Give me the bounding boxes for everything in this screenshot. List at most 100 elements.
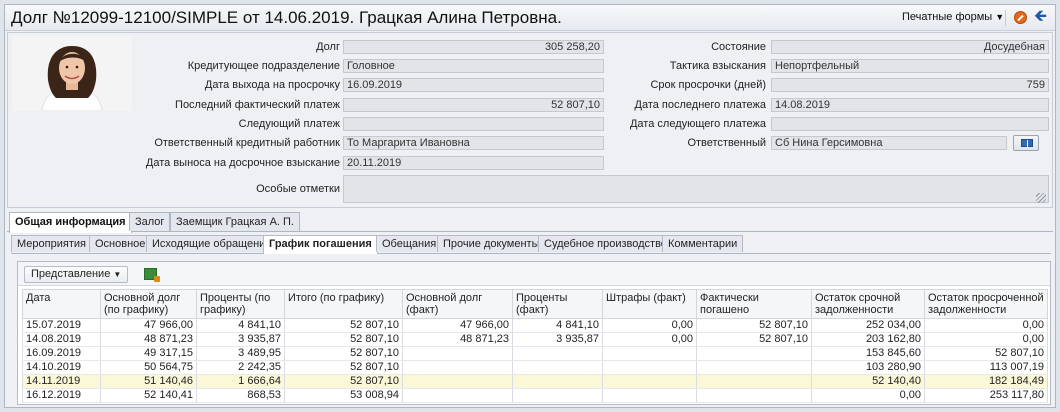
print-forms-menu[interactable]: Печатные формы ▼ bbox=[902, 11, 1004, 23]
table-cell bbox=[402, 374, 513, 389]
table-cell: 2 242,35 bbox=[196, 360, 285, 375]
special-notes-field[interactable] bbox=[343, 175, 1049, 203]
column-header[interactable]: Основной долг (по графику) bbox=[100, 289, 197, 319]
table-cell bbox=[402, 360, 513, 375]
chevron-down-icon: ▼ bbox=[113, 270, 122, 279]
table-row[interactable]: 14.11.2019 51 140,46 1 666,64 52 807,10 52 1… bbox=[22, 374, 1048, 389]
tab-repayment-schedule[interactable]: График погашения bbox=[263, 235, 378, 254]
table-cell: 48 871,23 bbox=[100, 332, 197, 347]
last-payment-label: Последний фактический платеж bbox=[175, 99, 340, 111]
special-notes-label: Особые отметки bbox=[256, 183, 340, 195]
tab-borrower[interactable]: Заемщик Грацкая А. П. bbox=[170, 212, 300, 231]
recovery-tactic-label: Тактика взыскания bbox=[669, 60, 766, 72]
table-cell bbox=[512, 374, 603, 389]
table-cell: 153 845,60 bbox=[811, 346, 925, 361]
credit-division-field: Головное bbox=[343, 59, 604, 73]
table-cell: 868,53 bbox=[196, 388, 285, 403]
table-cell bbox=[696, 388, 812, 403]
state-label: Состояние bbox=[711, 41, 766, 53]
table-row[interactable]: 16.09.2019 49 317,15 3 489,95 52 807,10 153 … bbox=[22, 346, 1048, 361]
debt-amount-field: 305 258,20 bbox=[343, 40, 604, 54]
window-title: Долг №12099-12100/SIMPLE от 14.06.2019. … bbox=[11, 8, 562, 27]
table-cell: 51 140,46 bbox=[100, 374, 197, 389]
chevron-down-icon: ▼ bbox=[995, 12, 1005, 22]
debt-details-panel: Долг 305 258,20 Кредитующее подразделени… bbox=[7, 32, 1053, 208]
table-row[interactable]: 15.07.2019 47 966,00 4 841,10 52 807,10 47 9… bbox=[22, 318, 1048, 333]
next-payment-label: Следующий платеж bbox=[238, 118, 340, 130]
column-header[interactable]: Штрафы (факт) bbox=[602, 289, 697, 319]
table-cell: 14.11.2019 bbox=[22, 374, 101, 389]
tab-collateral[interactable]: Залог bbox=[129, 212, 171, 231]
export-excel-icon[interactable] bbox=[144, 268, 160, 282]
table-cell bbox=[696, 374, 812, 389]
early-recovery-date-label: Дата выноса на досрочное взыскание bbox=[145, 157, 340, 169]
view-menu-label: Представление bbox=[31, 268, 111, 280]
repayment-table: Дата Основной долг (по графику) Проценты (… bbox=[22, 289, 1048, 403]
column-header[interactable]: Проценты (по графику) bbox=[196, 289, 285, 319]
book-icon bbox=[1021, 139, 1033, 148]
next-payment-field bbox=[343, 117, 604, 131]
tab-main[interactable]: Основное bbox=[89, 235, 152, 252]
last-payment-field: 52 807,10 bbox=[343, 98, 604, 112]
overdue-days-field: 759 bbox=[771, 78, 1049, 92]
table-cell: 52 807,10 bbox=[924, 346, 1048, 361]
tab-court-proceedings[interactable]: Судебное производство bbox=[538, 235, 673, 252]
tab-events[interactable]: Мероприятия bbox=[11, 235, 92, 252]
table-cell bbox=[696, 360, 812, 375]
table-cell: 0,00 bbox=[811, 388, 925, 403]
view-menu-button[interactable]: Представление ▼ bbox=[24, 266, 129, 283]
table-cell: 0,00 bbox=[924, 318, 1048, 333]
main-tabs: Общая информация Залог Заемщик Грацкая А… bbox=[7, 212, 1053, 233]
table-cell: 0,00 bbox=[602, 332, 697, 347]
column-header[interactable]: Дата bbox=[22, 289, 101, 319]
column-header[interactable]: Остаток срочной задолженности bbox=[811, 289, 925, 319]
table-row[interactable]: 14.08.2019 48 871,23 3 935,87 52 807,10 48 8… bbox=[22, 332, 1048, 347]
table-cell bbox=[512, 346, 603, 361]
next-payment-date-label: Дата следующего платежа bbox=[629, 118, 766, 130]
tab-comments[interactable]: Комментарии bbox=[662, 235, 744, 252]
tab-outgoing-requests[interactable]: Исходящие обращения bbox=[146, 235, 278, 252]
table-cell: 3 489,95 bbox=[196, 346, 285, 361]
resize-grip-icon[interactable] bbox=[1036, 193, 1046, 203]
column-header[interactable]: Итого (по графику) bbox=[284, 289, 403, 319]
column-header[interactable]: Фактически погашено bbox=[696, 289, 812, 319]
overdue-date-label: Дата выхода на просрочку bbox=[204, 79, 340, 91]
tab-promises[interactable]: Обещания bbox=[376, 235, 443, 252]
title-bar: Долг №12099-12100/SIMPLE от 14.06.2019. … bbox=[5, 5, 1055, 31]
overdue-date-field: 16.09.2019 bbox=[343, 78, 604, 92]
print-forms-label: Печатные формы bbox=[902, 11, 993, 23]
table-cell: 52 807,10 bbox=[696, 318, 812, 333]
table-cell: 52 807,10 bbox=[284, 374, 403, 389]
tab-general-info[interactable]: Общая информация bbox=[9, 212, 132, 233]
table-cell: 47 966,00 bbox=[402, 318, 513, 333]
credit-officer-label: Ответственный кредитный работник bbox=[154, 137, 340, 149]
last-payment-date-field: 14.08.2019 bbox=[771, 98, 1049, 112]
table-cell bbox=[402, 346, 513, 361]
cancel-icon[interactable] bbox=[1014, 11, 1027, 24]
credit-officer-field: То Маргарита Ивановна bbox=[343, 136, 604, 150]
table-cell: 47 966,00 bbox=[100, 318, 197, 333]
responsible-field: Сб Нина Герсимовна bbox=[771, 136, 1007, 150]
column-header[interactable]: Проценты (факт) bbox=[512, 289, 603, 319]
tab-other-documents[interactable]: Прочие документы bbox=[437, 235, 546, 252]
table-cell: 4 841,10 bbox=[512, 318, 603, 333]
column-header[interactable]: Остаток просроченной задолженности bbox=[924, 289, 1048, 319]
credit-division-label: Кредитующее подразделение bbox=[187, 60, 340, 72]
borrower-photo bbox=[12, 36, 132, 111]
table-cell bbox=[402, 388, 513, 403]
table-cell: 53 008,94 bbox=[284, 388, 403, 403]
responsible-label: Ответственный bbox=[687, 137, 766, 149]
table-cell bbox=[602, 360, 697, 375]
table-cell: 16.09.2019 bbox=[22, 346, 101, 361]
address-book-button[interactable] bbox=[1013, 135, 1039, 151]
back-arrow-icon[interactable]: 🡸 bbox=[1034, 9, 1047, 25]
table-cell bbox=[602, 388, 697, 403]
table-row[interactable]: 14.10.2019 50 564,75 2 242,35 52 807,10 103 … bbox=[22, 360, 1048, 375]
table-cell: 0,00 bbox=[602, 318, 697, 333]
table-header: Дата Основной долг (по графику) Проценты (… bbox=[22, 289, 1048, 319]
table-cell: 52 807,10 bbox=[284, 360, 403, 375]
table-row[interactable]: 16.12.2019 52 140,41 868,53 53 008,94 0,00 25… bbox=[22, 388, 1048, 403]
last-payment-date-label: Дата последнего платежа bbox=[634, 99, 766, 111]
repayment-schedule-panel: Представление ▼ Дата Основной долг (по гра… bbox=[17, 261, 1051, 405]
column-header[interactable]: Основной долг (факт) bbox=[402, 289, 513, 319]
